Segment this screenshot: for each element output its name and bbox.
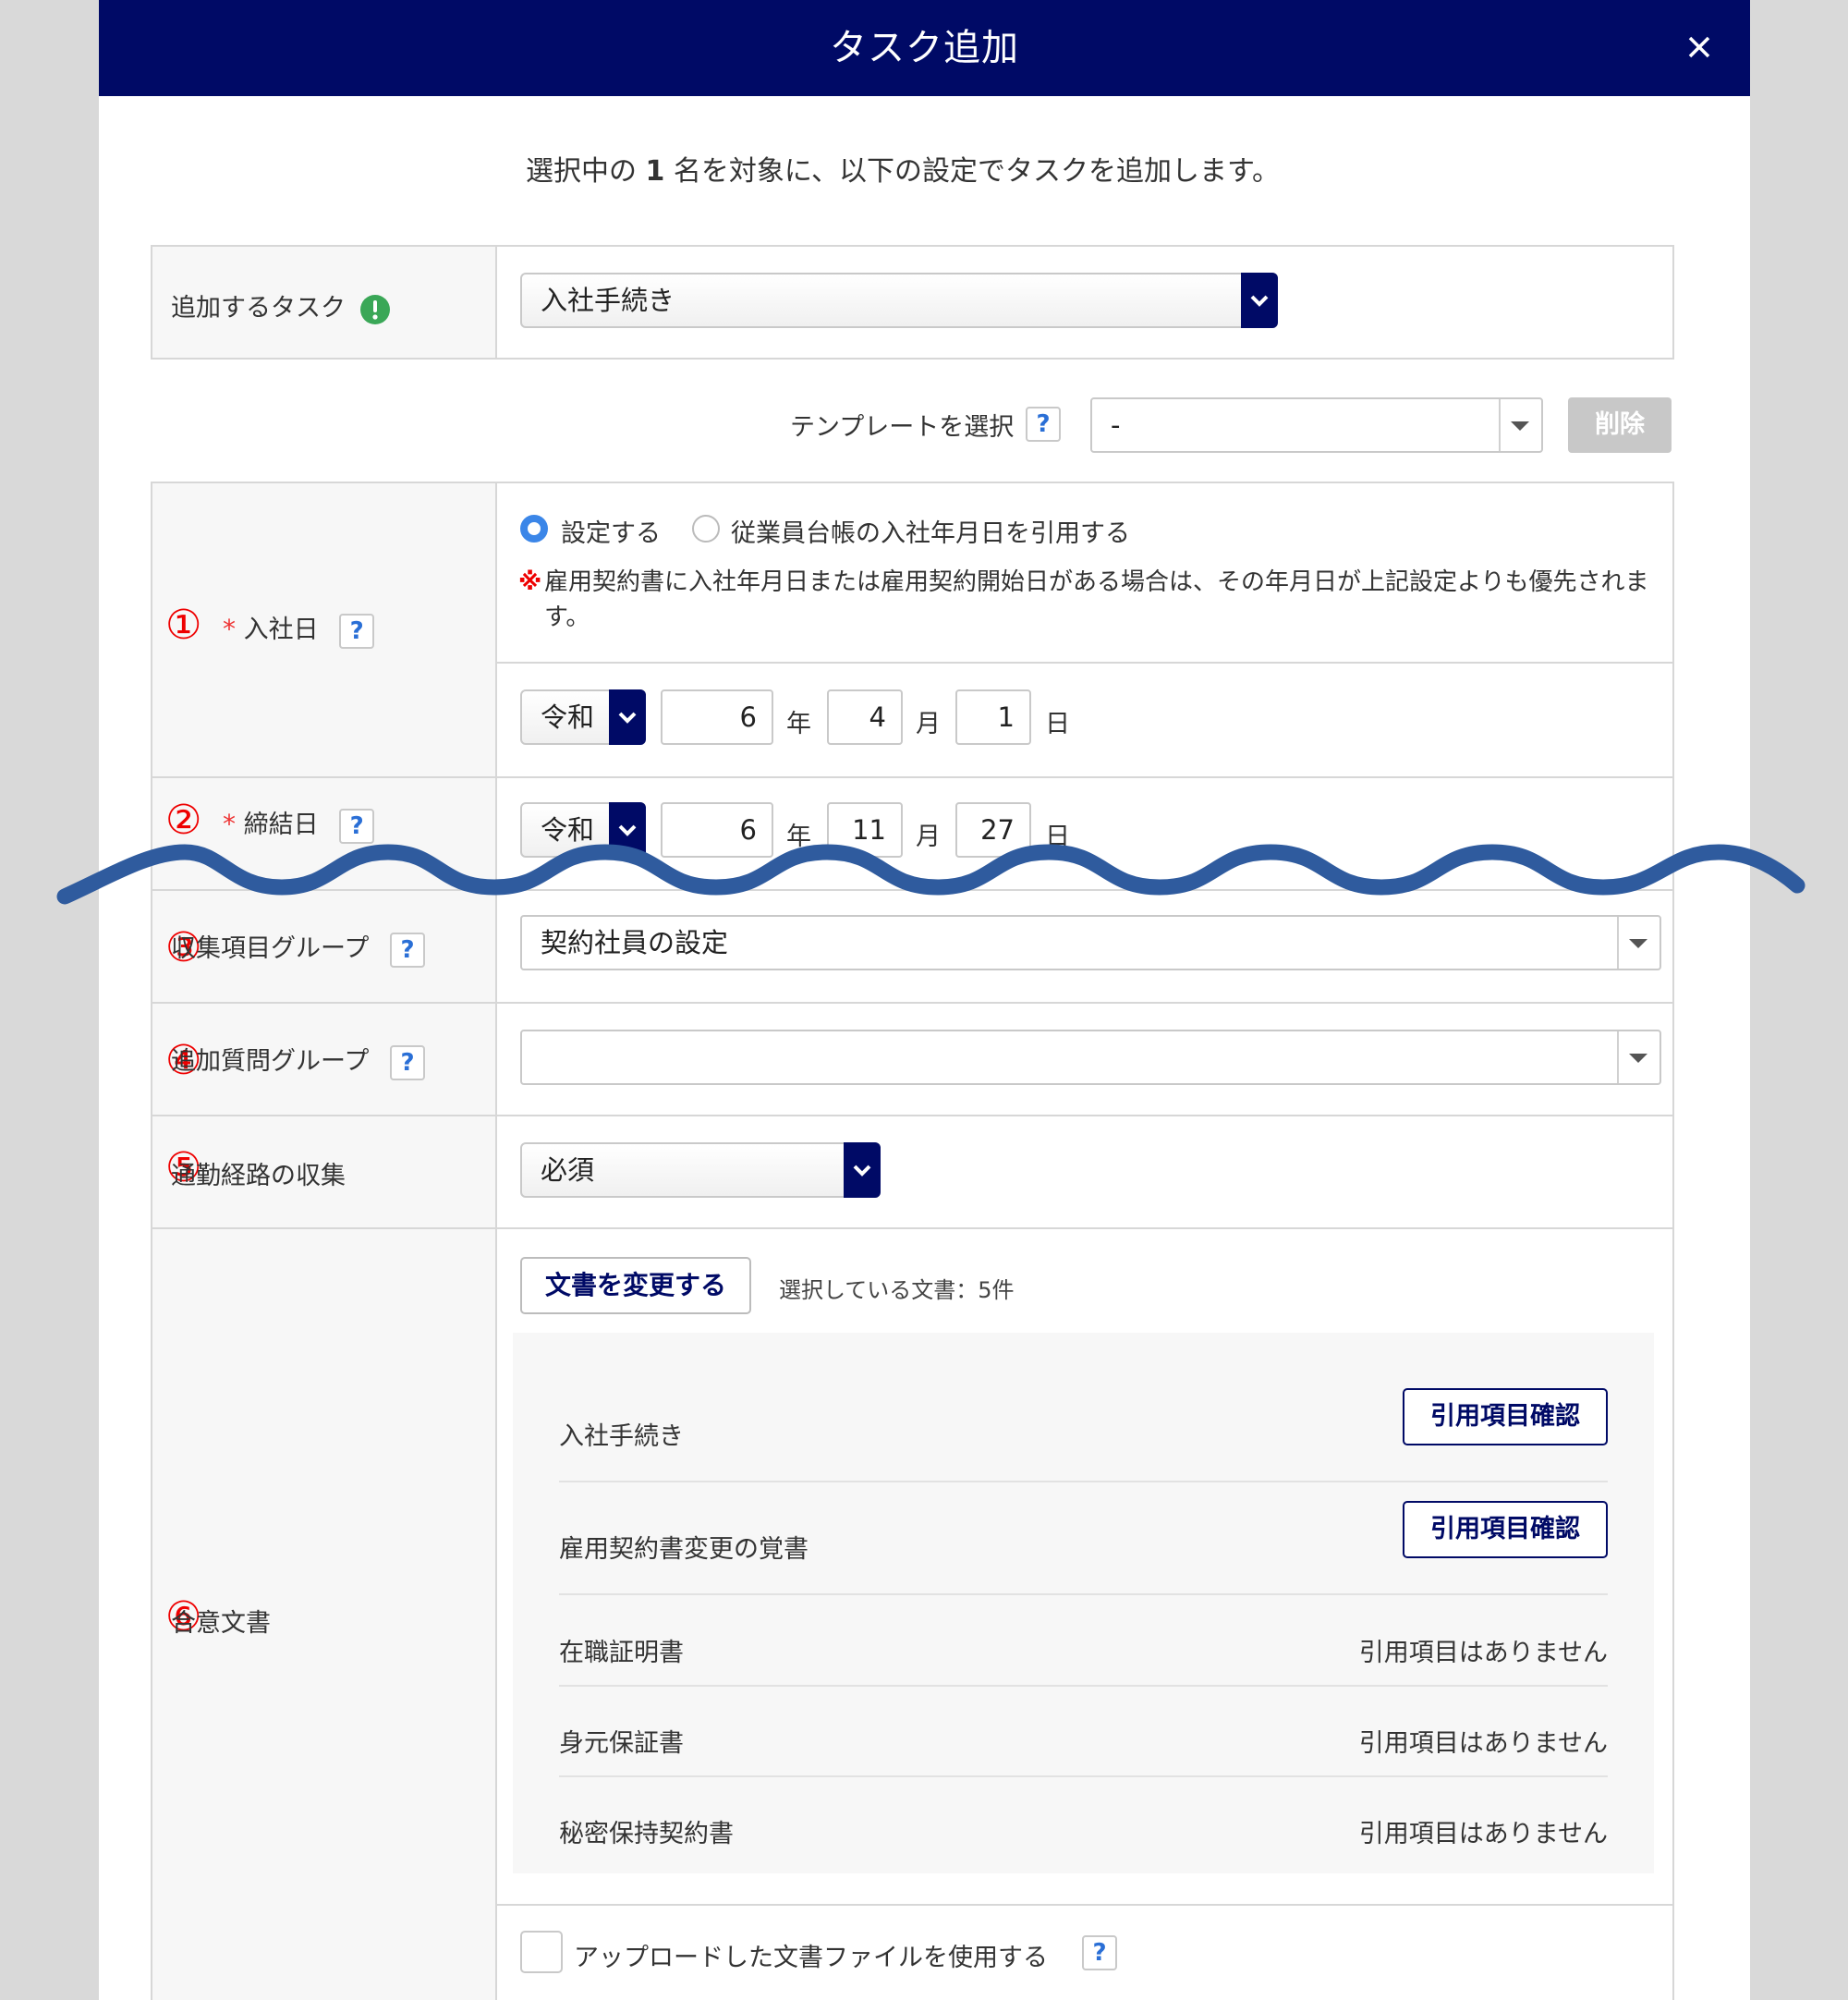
- cut-wave-line: [56, 844, 1805, 905]
